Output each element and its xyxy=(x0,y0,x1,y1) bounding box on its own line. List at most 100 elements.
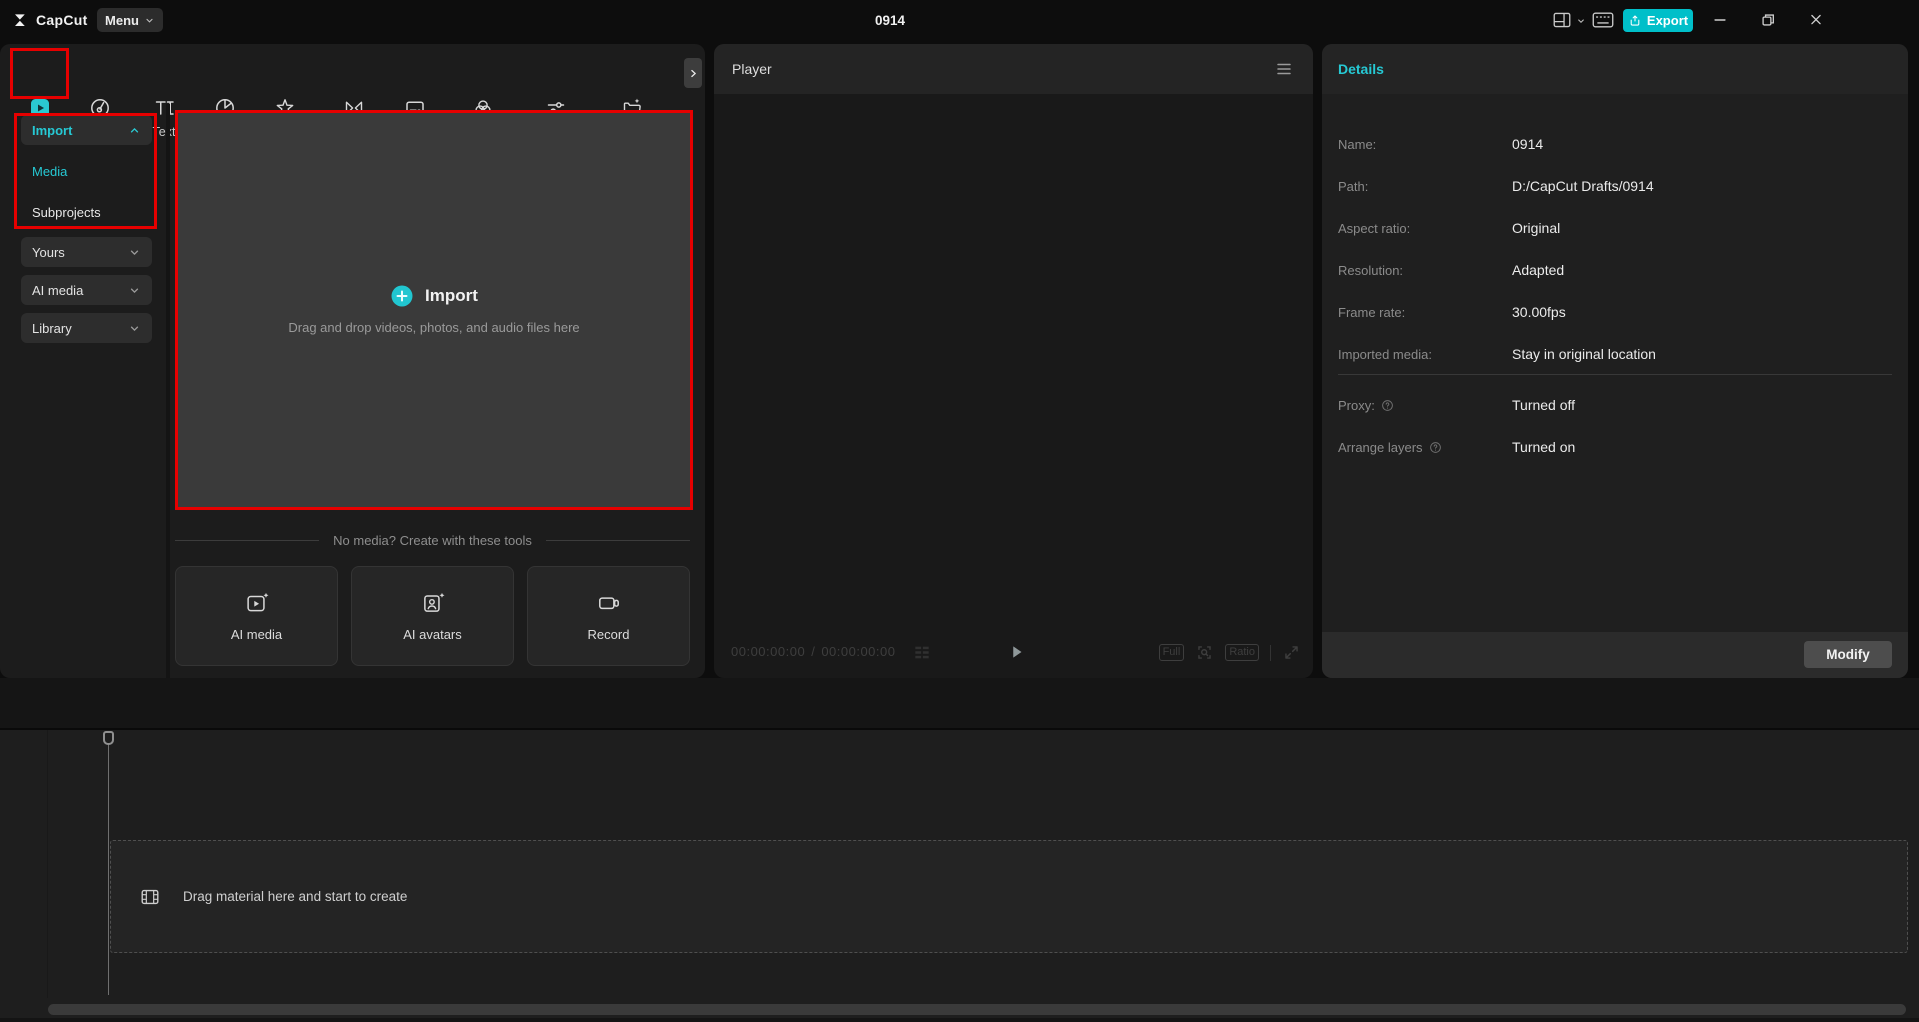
detail-label: Path: xyxy=(1338,179,1512,194)
text-icon xyxy=(152,96,176,120)
detail-label: Name: xyxy=(1338,137,1512,152)
timeline-area[interactable]: Drag material here and start to create xyxy=(0,728,1919,1022)
proxy-label: Proxy: xyxy=(1338,398,1375,413)
title-bar: CapCut Menu 0914 Export xyxy=(0,0,1919,40)
sidebar-item-yours[interactable]: Yours xyxy=(21,237,152,267)
player-title: Player xyxy=(732,61,772,77)
capcut-logo xyxy=(12,11,30,29)
film-icon xyxy=(139,886,161,908)
export-button[interactable]: Export xyxy=(1623,9,1693,32)
detail-value: Original xyxy=(1512,220,1560,236)
detail-row-resolution: Resolution: Adapted xyxy=(1338,261,1892,279)
layout-switch-icon[interactable] xyxy=(1552,11,1572,29)
player-panel: Player 00:00:00:00 / 00:00:00:00 xyxy=(714,44,1313,678)
chevron-down-icon xyxy=(144,15,155,26)
record-button[interactable]: Record xyxy=(527,566,690,666)
detail-label: Resolution: xyxy=(1338,263,1512,278)
divider-line xyxy=(546,540,690,541)
details-footer: Modify xyxy=(1322,632,1908,678)
grid-icon[interactable] xyxy=(912,644,932,661)
plus-circle-icon xyxy=(390,284,414,308)
detail-row-arrange-layers: Arrange layers Turned on xyxy=(1338,438,1892,456)
detail-value: Stay in original location xyxy=(1512,346,1656,362)
detail-value: 30.00fps xyxy=(1512,304,1566,320)
restore-icon[interactable] xyxy=(1758,11,1778,29)
import-dropzone[interactable]: Import Drag and drop videos, photos, and… xyxy=(175,110,693,510)
creation-tools: AI media AI avatars Record xyxy=(175,566,690,666)
detail-row-frame-rate: Frame rate: 30.00fps xyxy=(1338,303,1892,321)
menu-button[interactable]: Menu xyxy=(97,8,163,32)
detail-value: D:/CapCut Drafts/0914 xyxy=(1512,178,1654,194)
sidebar-media-label: Media xyxy=(32,164,67,179)
detail-row-proxy: Proxy: Turned off xyxy=(1338,396,1892,414)
timeline-horizontal-scrollbar[interactable] xyxy=(48,1004,1906,1015)
timeline-bottom-edge xyxy=(0,1018,1919,1022)
import-action[interactable]: Import xyxy=(175,282,693,310)
sidebar-item-library[interactable]: Library xyxy=(21,313,152,343)
fit-icon[interactable] xyxy=(1195,643,1214,662)
ai-avatars-label: AI avatars xyxy=(403,627,462,642)
chevron-down-icon xyxy=(128,284,141,297)
sidebar-item-subprojects[interactable]: Subprojects xyxy=(32,203,101,221)
help-icon[interactable] xyxy=(1429,441,1442,454)
dropzone-hint: Drag and drop videos, photos, and audio … xyxy=(175,320,693,335)
tab-label: Text xyxy=(153,126,176,138)
details-header: Details xyxy=(1322,44,1908,94)
media-library-panel: Media Audio Text Stickers xyxy=(0,44,705,678)
proxy-value: Turned off xyxy=(1512,397,1575,413)
panel-divider xyxy=(166,104,170,678)
divider-line xyxy=(175,540,319,541)
arrange-layers-label: Arrange layers xyxy=(1338,440,1423,455)
modify-button[interactable]: Modify xyxy=(1804,641,1892,668)
import-label: Import xyxy=(425,286,478,306)
record-label: Record xyxy=(588,627,630,642)
ai-avatars-button[interactable]: AI avatars xyxy=(351,566,514,666)
minimize-icon[interactable] xyxy=(1710,11,1730,29)
detail-row-name: Name: 0914 xyxy=(1338,135,1892,153)
sidebar-item-import[interactable]: Import xyxy=(21,115,152,145)
hamburger-icon[interactable] xyxy=(1275,61,1293,77)
fullscreen-icon[interactable] xyxy=(1282,643,1301,662)
keyboard-shortcuts-icon[interactable] xyxy=(1592,11,1614,29)
export-icon xyxy=(1628,14,1642,28)
close-icon[interactable] xyxy=(1806,11,1826,29)
ai-avatars-icon xyxy=(420,590,446,616)
timeline-toolbar xyxy=(0,678,1919,728)
track-header-divider xyxy=(47,730,48,998)
player-controls: 00:00:00:00 / 00:00:00:00 Full xyxy=(731,640,1301,666)
ai-media-label: AI media xyxy=(231,627,282,642)
detail-row-path: Path: D:/CapCut Drafts/0914 xyxy=(1338,177,1892,195)
current-time: 00:00:00:00 xyxy=(731,644,805,661)
ratio-button[interactable]: Ratio xyxy=(1225,644,1259,661)
project-title: 0914 xyxy=(820,13,960,28)
detail-value: Adapted xyxy=(1512,262,1564,278)
details-panel: Details Name: 0914 Path: D:/CapCut Draft… xyxy=(1322,44,1908,678)
help-icon[interactable] xyxy=(1381,399,1394,412)
arrange-layers-value: Turned on xyxy=(1512,439,1575,455)
timeline-drop-placeholder[interactable]: Drag material here and start to create xyxy=(110,840,1908,953)
detail-row-imported-media: Imported media: Stay in original locatio… xyxy=(1338,345,1892,363)
sidebar-subprojects-label: Subprojects xyxy=(32,205,101,220)
time-separator: / xyxy=(811,644,815,661)
playhead-handle[interactable] xyxy=(103,731,114,745)
sidebar-item-media[interactable]: Media xyxy=(32,162,67,180)
sidebar-item-ai-media[interactable]: AI media xyxy=(21,275,152,305)
details-divider xyxy=(1338,374,1892,375)
sidebar-library-label: Library xyxy=(32,321,72,336)
sidebar-import-label: Import xyxy=(32,123,72,138)
tab-overflow-button[interactable] xyxy=(684,58,702,88)
sidebar-yours-label: Yours xyxy=(32,245,65,260)
divider xyxy=(1270,645,1271,661)
ai-media-icon xyxy=(244,590,270,616)
export-label: Export xyxy=(1647,13,1688,28)
app-name: CapCut xyxy=(36,12,88,28)
play-icon[interactable] xyxy=(1005,641,1027,663)
chevron-down-icon[interactable] xyxy=(1576,16,1586,26)
chevron-right-icon xyxy=(687,67,700,80)
detail-label: Frame rate: xyxy=(1338,305,1512,320)
full-button[interactable]: Full xyxy=(1159,644,1185,661)
total-time: 00:00:00:00 xyxy=(821,644,895,661)
ai-media-button[interactable]: AI media xyxy=(175,566,338,666)
detail-row-aspect-ratio: Aspect ratio: Original xyxy=(1338,219,1892,237)
detail-value: 0914 xyxy=(1512,136,1543,152)
